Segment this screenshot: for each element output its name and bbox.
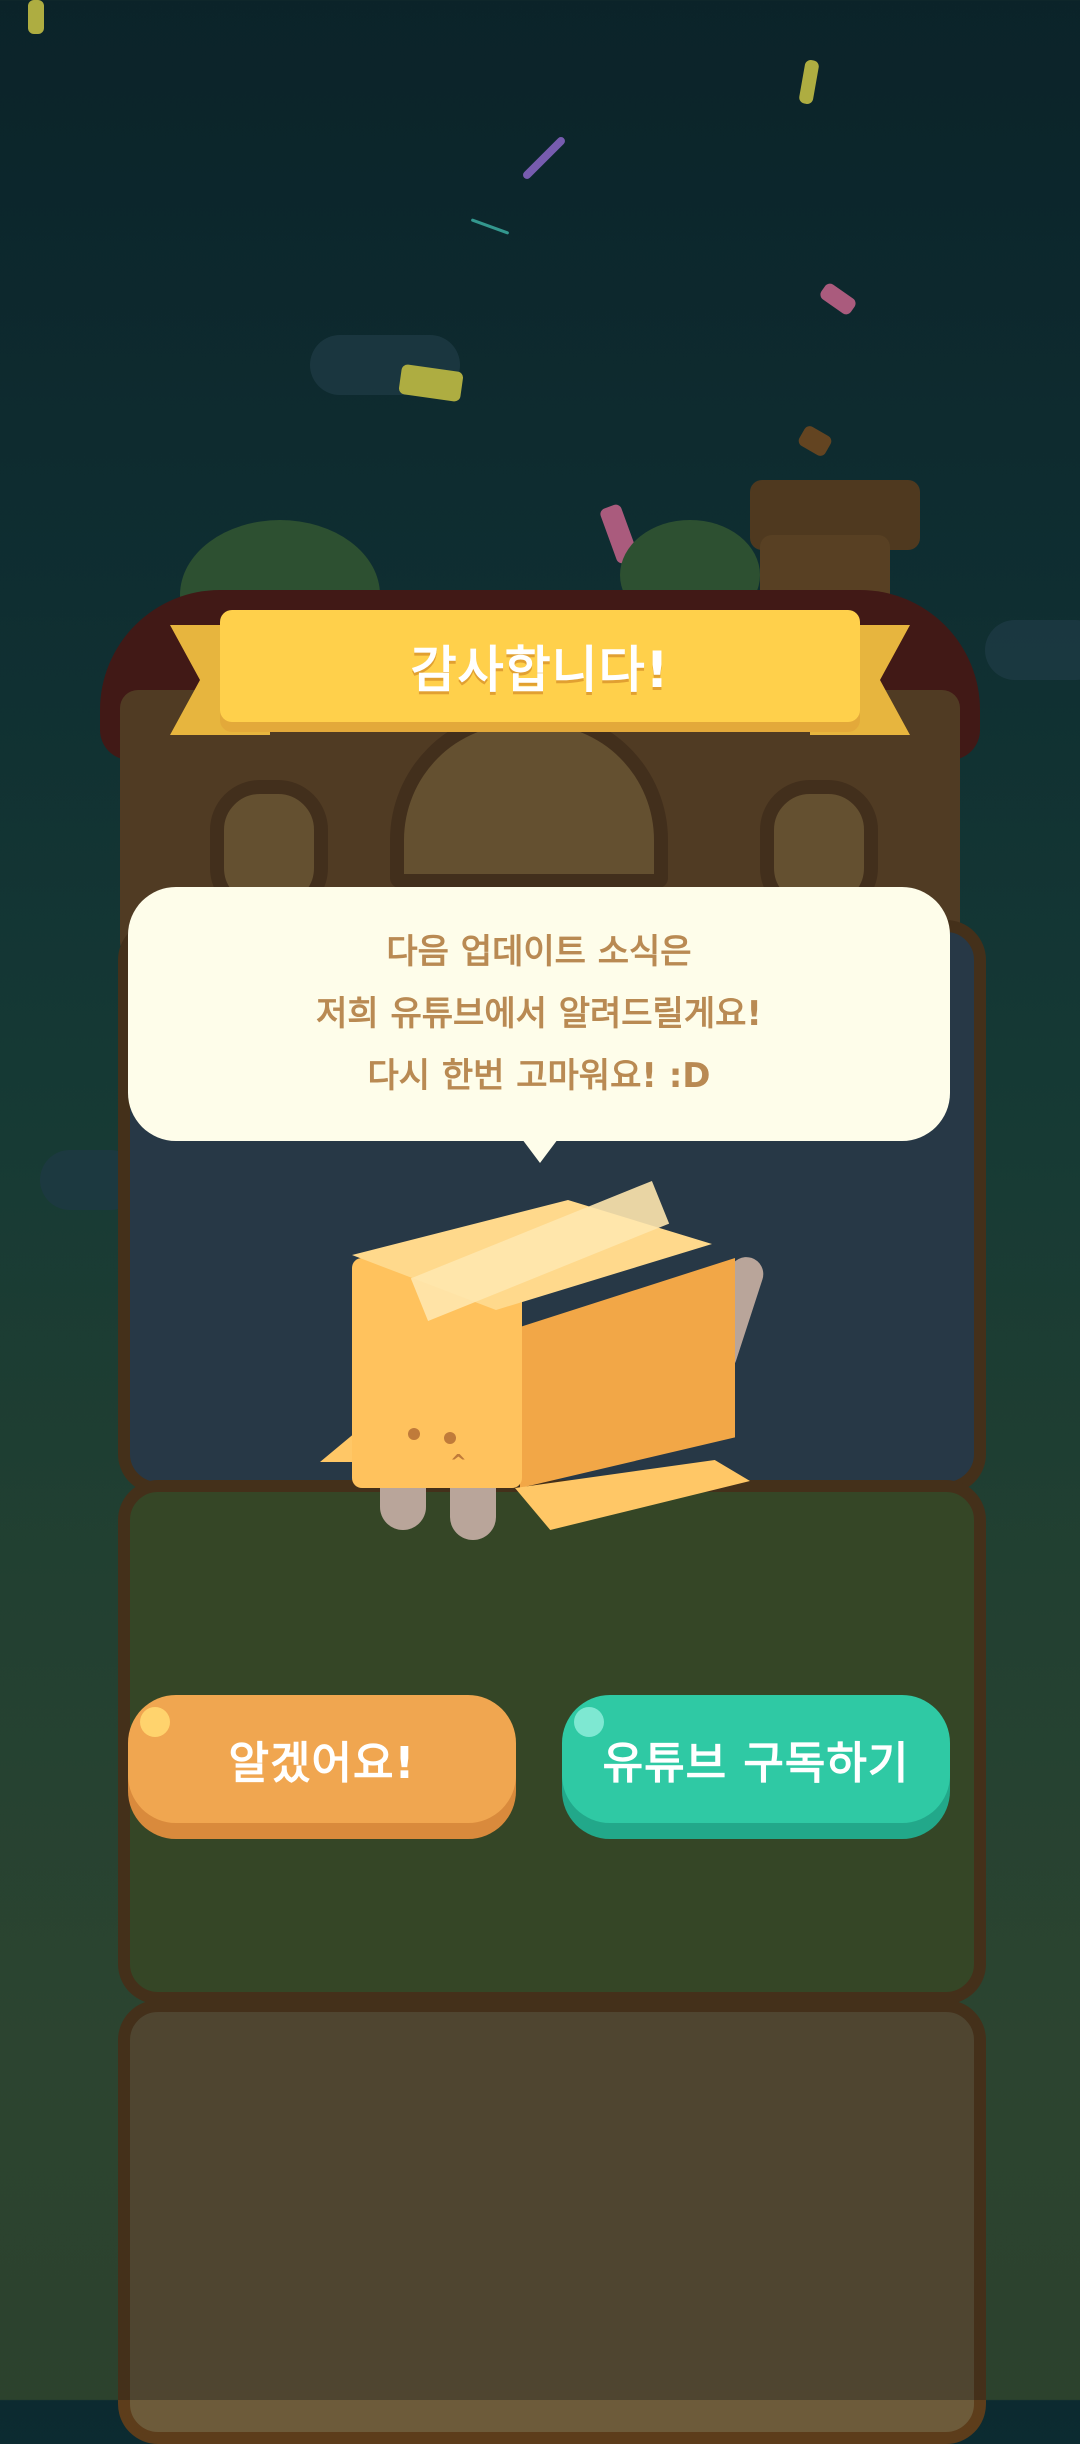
button-shine [140,1707,170,1737]
message-line: 저희 유튜브에서 알려드릴게요! [316,994,762,1034]
subscribe-button-label: 유튜브 구독하기 [602,1738,910,1789]
youtube-subscribe-button[interactable]: 유튜브 구독하기 [562,1695,950,1823]
mouth: ^ [450,1450,467,1474]
speech-bubble: 다음 업데이트 소식은 저희 유튜브에서 알려드릴게요! 다시 한번 고마워요!… [128,887,950,1163]
eye [444,1432,456,1444]
ok-button-label: 알겠어요! [228,1738,416,1789]
box-cat-character: ^ [320,1180,768,1560]
button-shine [574,1707,604,1737]
ok-button[interactable]: 알겠어요! [128,1695,516,1823]
message-line: 다시 한번 고마워요! :D [367,1056,711,1096]
title-banner: 감사합니다! [220,610,860,722]
eye [408,1428,420,1440]
banner-title: 감사합니다! [410,641,670,699]
message-line: 다음 업데이트 소식은 [386,932,692,972]
